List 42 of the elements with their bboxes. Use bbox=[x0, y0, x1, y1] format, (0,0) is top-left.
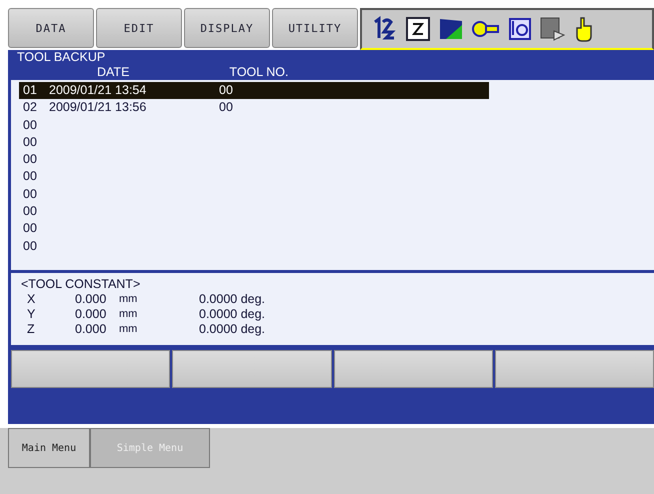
function-key[interactable] bbox=[172, 350, 332, 388]
list-row[interactable]: 00 bbox=[19, 238, 489, 255]
function-key[interactable] bbox=[11, 350, 170, 388]
signal-icon bbox=[438, 17, 464, 41]
list-row[interactable]: 00 bbox=[19, 186, 489, 204]
list-row[interactable]: 00 bbox=[19, 168, 489, 186]
menu-tab[interactable]: EDIT bbox=[96, 8, 182, 48]
axis-label: Z bbox=[26, 322, 36, 337]
angle-value: 0.0000 deg. bbox=[199, 292, 266, 307]
unit-label: mm bbox=[119, 322, 138, 337]
function-key[interactable] bbox=[334, 350, 493, 388]
length-value: 0.000 bbox=[75, 322, 108, 337]
screen-title: TOOL BACKUP bbox=[16, 50, 106, 65]
function-key[interactable] bbox=[494, 350, 654, 388]
menu-tab[interactable]: DISPLAY bbox=[184, 8, 270, 48]
selected-row[interactable]: 01 2009/01/21 13:54 00 bbox=[19, 82, 489, 100]
menu-tab[interactable]: DATA bbox=[8, 8, 94, 48]
tool-icon bbox=[508, 17, 532, 41]
list-row[interactable]: 00 bbox=[19, 220, 489, 238]
numbering-icon bbox=[372, 16, 398, 42]
unit-label: mm bbox=[119, 292, 138, 307]
list-row[interactable]: 00 bbox=[19, 203, 489, 220]
length-value: 0.000 bbox=[75, 292, 108, 307]
list-row[interactable]: 00 bbox=[19, 151, 489, 168]
axis-label: Y bbox=[26, 307, 36, 322]
page-icon bbox=[540, 17, 566, 41]
axis-label: X bbox=[26, 292, 36, 307]
hand-icon bbox=[574, 16, 594, 42]
key-icon bbox=[472, 19, 500, 39]
length-value: 0.000 bbox=[75, 307, 108, 322]
list-row[interactable]: 00 bbox=[19, 116, 489, 134]
column-header: DATE bbox=[97, 65, 130, 80]
list-row[interactable]: 02 2009/01/21 13:56 00 bbox=[19, 99, 489, 117]
angle-value: 0.0000 deg. bbox=[199, 322, 266, 337]
menu-tab[interactable]: UTILITY bbox=[272, 8, 358, 48]
column-header: TOOL NO. bbox=[229, 65, 288, 80]
angle-value: 0.0000 deg. bbox=[199, 307, 266, 322]
unit-label: mm bbox=[119, 307, 138, 322]
menu-button[interactable]: Main Menu bbox=[8, 428, 90, 468]
list-row[interactable]: 00 bbox=[19, 134, 489, 152]
section-title: <TOOL CONSTANT> bbox=[21, 277, 142, 292]
frame-icon bbox=[406, 17, 430, 41]
